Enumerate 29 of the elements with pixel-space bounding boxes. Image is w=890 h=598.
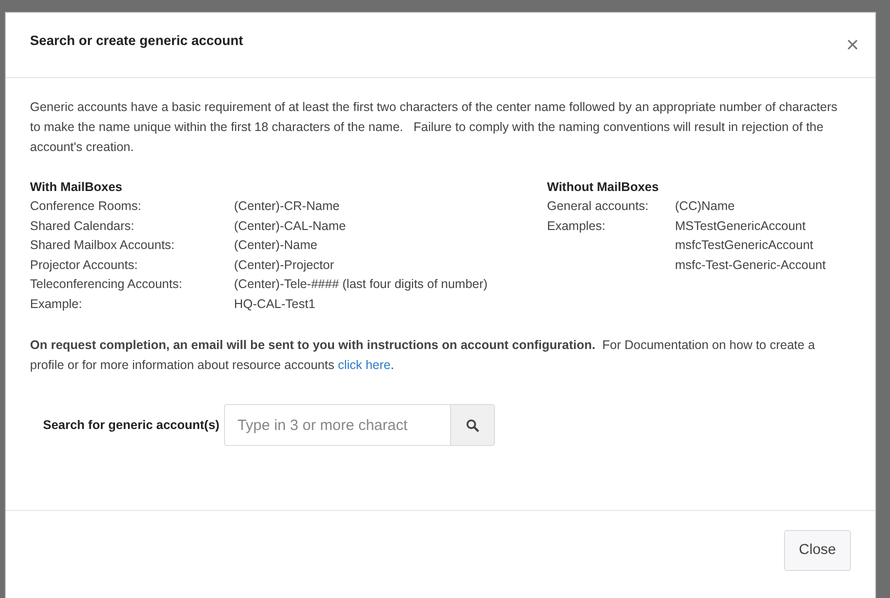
field-value: MSTestGenericAccount bbox=[675, 218, 806, 234]
intro-paragraph: Generic accounts have a basic requirement of at least the first two characters of the center name followed by an appropriate number of characters to make the name unique within the first 18 characters of the name. Failure to comply with the naming conventions will result in rejection of the account's creation. bbox=[30, 99, 838, 156]
field-label: Examples: bbox=[547, 218, 606, 232]
section-heading: With MailBoxes bbox=[30, 179, 122, 196]
field-label: Shared Calendars: bbox=[30, 218, 134, 232]
field-value: (Center)-Tele-#### (last four digits of number) bbox=[234, 276, 488, 293]
search-field[interactable]: Type in 3 or more charact bbox=[224, 404, 452, 446]
search-icon bbox=[466, 418, 480, 432]
field-label: Conference Rooms: bbox=[30, 199, 142, 213]
field-label: General accounts: bbox=[547, 199, 648, 213]
field-value: (Center)-Projector bbox=[234, 256, 334, 274]
field-label: Teleconferencing Accounts: bbox=[30, 277, 182, 291]
field-value: (Center)-CAL-Name bbox=[234, 218, 346, 235]
field-value: (Center)-Name bbox=[234, 237, 318, 254]
close-button[interactable]: Close bbox=[784, 530, 851, 571]
field-value: msfcTestGenericAccount bbox=[675, 237, 814, 254]
field-value: HQ-CAL-Test1 bbox=[234, 296, 316, 312]
field-value: msfc-Test-Generic-Account bbox=[675, 256, 826, 274]
dialog-title: Search or create generic account bbox=[30, 32, 244, 50]
field-label: Projector Accounts: bbox=[30, 258, 138, 272]
field-label: Example: bbox=[30, 296, 82, 310]
section-heading: Without MailBoxes bbox=[547, 179, 659, 196]
field-label: Shared Mailbox Accounts: bbox=[30, 238, 175, 252]
field-value: (Center)-CR-Name bbox=[234, 198, 340, 215]
search-label: Search for generic account(s) bbox=[43, 416, 220, 434]
search-button[interactable] bbox=[451, 404, 496, 446]
field-value: (CC)Name bbox=[675, 198, 735, 215]
note-paragraph: On request completion, an email will be sent to you with instructions on account configuration. For Documentation on how to create a profile or for more information about resource accounts click here. bbox=[30, 337, 816, 374]
click-here-link[interactable]: click here bbox=[338, 358, 391, 372]
